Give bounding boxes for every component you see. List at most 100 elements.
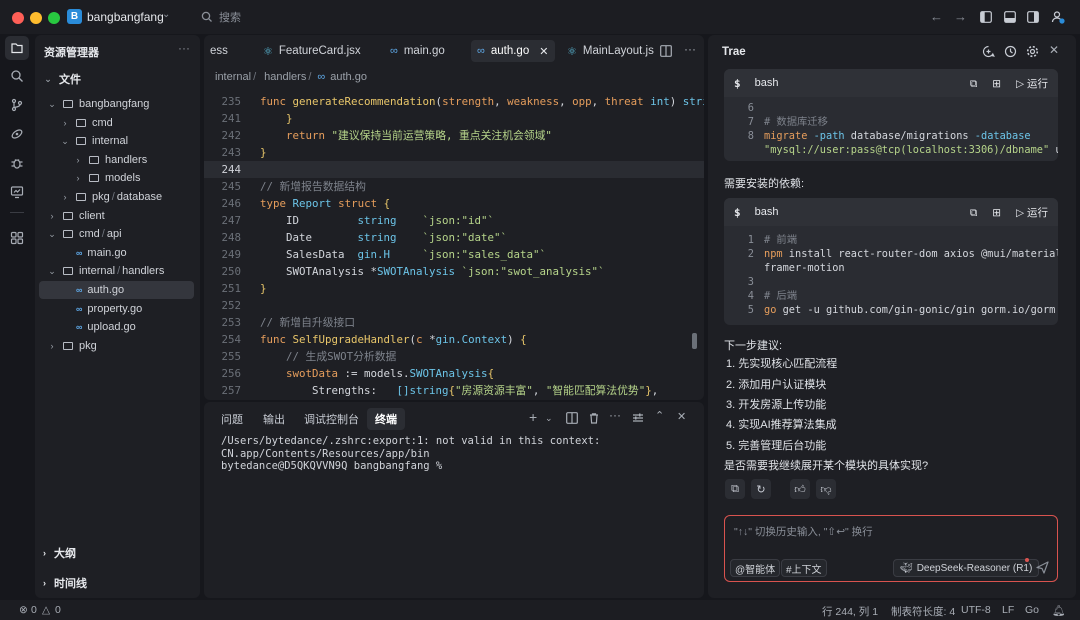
error-icon[interactable]: ⊗ — [19, 604, 28, 616]
split-terminal-icon[interactable] — [566, 412, 578, 424]
tab-debug-console[interactable]: 调试控制台 — [296, 408, 367, 430]
copy-message-button[interactable]: ⧉ — [725, 479, 745, 499]
tree-folder[interactable]: › models — [39, 169, 194, 187]
settings-sliders-icon[interactable] — [632, 412, 644, 424]
thumbs-up-button[interactable]: 👍︎ — [790, 479, 810, 499]
warning-icon[interactable]: △ — [42, 604, 50, 616]
maximize-window-button[interactable] — [48, 12, 60, 24]
send-icon[interactable] — [1036, 561, 1049, 574]
code-line[interactable]: 242 return "建议保持当前运营策略, 重点关注机会领域" — [204, 127, 704, 144]
outline-section[interactable]: › 大纲 — [43, 543, 76, 563]
breadcrumb-item[interactable]: handlers — [264, 71, 306, 83]
tree-folder[interactable]: › pkg / database — [39, 188, 194, 206]
tab-featurecard[interactable]: ⚛ FeatureCard.jsx — [257, 40, 367, 62]
tree-file[interactable]: ∞ upload.go — [39, 318, 194, 336]
code-line[interactable]: 251} — [204, 280, 704, 297]
account-icon[interactable] — [1051, 10, 1065, 24]
more-icon[interactable]: ··· — [178, 41, 190, 55]
code-line[interactable]: 249 SalesData gin.H `json:"sales_data"` — [204, 246, 704, 263]
more-icon[interactable]: ··· — [609, 408, 621, 422]
code-line[interactable]: 244 — [204, 161, 704, 178]
tree-folder[interactable]: ⌄ bangbangfang — [39, 95, 194, 113]
code-line[interactable]: 243} — [204, 144, 704, 161]
cursor-position[interactable]: 行 244, 列 1 — [822, 604, 878, 619]
tree-folder[interactable]: › handlers — [39, 151, 194, 169]
toggle-panel-icon[interactable] — [1004, 11, 1016, 23]
close-panel-icon[interactable]: ✕ — [677, 410, 686, 423]
tree-folder[interactable]: › client — [39, 207, 194, 225]
code-line[interactable]: 255 // 生成SWOT分析数据 — [204, 348, 704, 365]
add-terminal-icon[interactable]: + — [529, 409, 537, 425]
activity-preview[interactable] — [5, 180, 29, 204]
close-icon[interactable]: ✕ — [1049, 43, 1059, 57]
chevron-down-icon[interactable]: ⌄ — [162, 9, 170, 20]
activity-search[interactable] — [5, 64, 29, 88]
tab-problems[interactable]: 问题 — [213, 408, 251, 430]
tree-folder[interactable]: › cmd — [39, 114, 194, 132]
activity-remote[interactable] — [5, 122, 29, 146]
timeline-section[interactable]: › 时间线 — [43, 573, 87, 593]
run-button[interactable]: ▷ 运行 — [1016, 78, 1048, 90]
code-line[interactable]: 248 Date string `json:"date"` — [204, 229, 704, 246]
code-block-body[interactable]: 6 7 # 数据库迁移 8 migrate -path database/migrati… — [724, 97, 1058, 161]
tab-auth-go[interactable]: ∞ auth.go ✕ — [471, 40, 555, 62]
error-count[interactable]: 0 — [31, 604, 37, 616]
tree-folder[interactable]: › pkg — [39, 337, 194, 355]
close-tab-icon[interactable]: ✕ — [539, 45, 548, 58]
code-view[interactable]: 235 func generateRecommendation(strength,… — [204, 93, 704, 399]
code-line[interactable]: 257 Strengths: []string{"房源资源丰富", "智能匹配算… — [204, 382, 704, 399]
minimize-window-button[interactable] — [30, 12, 42, 24]
agent-chip[interactable]: @智能体 — [730, 559, 781, 577]
activity-source-control[interactable] — [5, 93, 29, 117]
code-line[interactable]: 253 // 新增自升级接口 — [204, 314, 704, 331]
line-ending[interactable]: LF — [1002, 604, 1014, 616]
close-window-button[interactable] — [12, 12, 24, 24]
notifications-icon[interactable]: 🔔︎ — [1052, 604, 1065, 617]
insert-icon[interactable]: ⊞ — [992, 78, 1001, 90]
tab-output[interactable]: 输出 — [255, 408, 293, 430]
split-editor-icon[interactable] — [660, 45, 672, 57]
run-button[interactable]: ▷ 运行 — [1016, 207, 1048, 219]
workspace-name[interactable]: bangbangfang — [87, 10, 164, 24]
encoding[interactable]: UTF-8 — [961, 604, 991, 616]
code-line[interactable]: 245 // 新增报告数据结构 — [204, 178, 704, 195]
forward-arrow-icon[interactable]: → — [954, 9, 967, 24]
tab-ess[interactable]: ess — [204, 40, 234, 62]
search-box[interactable]: 搜索 — [201, 9, 241, 25]
code-line[interactable]: 250 SWOTAnalysis *SWOTAnalysis `json:"sw… — [204, 263, 704, 280]
tab-main-go[interactable]: ∞ main.go — [384, 40, 451, 62]
more-icon[interactable]: ··· — [684, 42, 696, 56]
activity-extensions[interactable] — [5, 226, 29, 250]
copy-icon[interactable]: ⧉ — [970, 207, 978, 219]
activity-debug[interactable] — [5, 151, 29, 175]
tree-file[interactable]: ∞ property.go — [39, 300, 194, 318]
terminal-output[interactable]: /Users/bytedance/.zshrc:export:1: not va… — [221, 435, 696, 473]
code-line[interactable]: 256 swotData := models.SWOTAnalysis{ — [204, 365, 704, 382]
maximize-panel-icon[interactable]: ⌃ — [655, 409, 664, 422]
warning-count[interactable]: 0 — [55, 604, 61, 616]
breadcrumb-item[interactable]: auth.go — [330, 71, 367, 83]
new-chat-icon[interactable] — [982, 45, 995, 58]
trash-icon[interactable] — [588, 412, 600, 424]
activity-explorer[interactable] — [5, 36, 29, 60]
breadcrumb-item[interactable]: internal — [215, 71, 251, 83]
language-mode[interactable]: Go — [1025, 604, 1039, 616]
code-block-body[interactable]: 1 # 前端 2 npm install react-router-dom axios… — [724, 226, 1058, 321]
tab-size[interactable]: 制表符长度: 4 — [891, 604, 955, 619]
code-line[interactable]: 254 func SelfUpgradeHandler(c *gin.Contex… — [204, 331, 704, 348]
insert-icon[interactable]: ⊞ — [992, 207, 1001, 219]
tab-mainlayout[interactable]: ⚛ MainLayout.js — [561, 40, 660, 62]
tab-terminal[interactable]: 终端 — [367, 408, 405, 430]
tree-folder[interactable]: ⌄ internal / handlers — [39, 262, 194, 280]
tree-file[interactable]: ∞ main.go — [39, 244, 194, 262]
code-line[interactable]: 235 func generateRecommendation(strength,… — [204, 93, 704, 110]
chevron-down-icon[interactable]: ⌄ — [545, 413, 553, 424]
files-section-header[interactable]: ⌄ 文件 — [43, 70, 194, 88]
chat-input[interactable]: "↑↓" 切换历史输入, "⇧↩" 换行 @智能体 #上下文 🐳︎ DeepSe… — [724, 515, 1058, 582]
toggle-sidebar-icon[interactable] — [980, 11, 992, 23]
code-line[interactable]: 247 ID string `json:"id"` — [204, 212, 704, 229]
tree-folder[interactable]: ⌄ internal — [39, 132, 194, 150]
code-line[interactable]: 246 type Report struct { — [204, 195, 704, 212]
scrollbar-thumb[interactable] — [692, 333, 697, 349]
code-line[interactable]: 252 — [204, 297, 704, 314]
